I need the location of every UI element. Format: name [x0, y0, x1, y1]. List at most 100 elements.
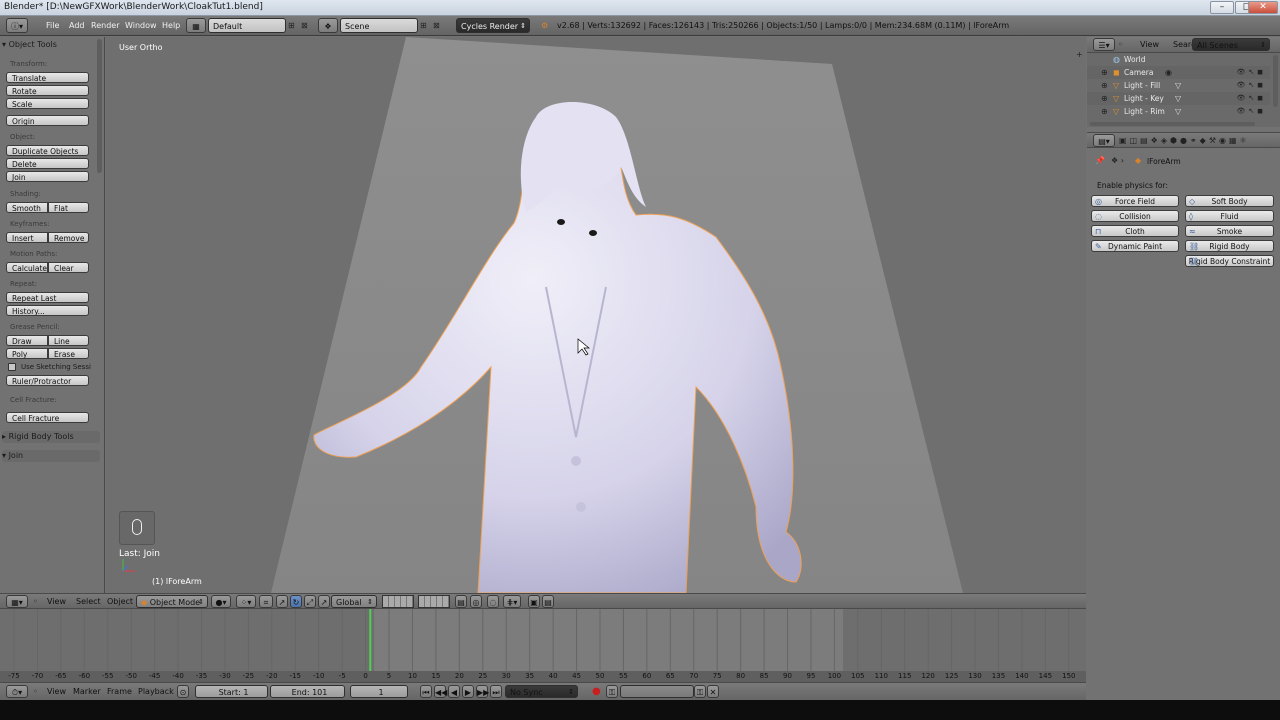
- dynamic-paint-button[interactable]: ✎ Dynamic Paint: [1091, 240, 1179, 252]
- menu-add[interactable]: Add: [69, 18, 85, 33]
- preview-range-icon[interactable]: ⊙: [177, 685, 189, 698]
- sync-mode-dropdown[interactable]: No Sync ⇕: [505, 685, 578, 698]
- manipulator-toggle-icon[interactable]: ⌗: [259, 595, 273, 608]
- repeat-last-button[interactable]: Repeat Last: [6, 292, 89, 303]
- editor-type-info-icon[interactable]: ⓘ▾: [6, 18, 28, 33]
- screen-layout-field[interactable]: Default: [208, 18, 286, 33]
- outliner-row-light-rim[interactable]: ⊕ ▽ Light - Rim ▽ 👁↖◼: [1087, 105, 1270, 118]
- end-frame-field[interactable]: End: 101: [270, 685, 345, 698]
- outliner-filter-dropdown[interactable]: All Scenes ⇕: [1192, 38, 1270, 51]
- scene-selector-icon[interactable]: ❖: [318, 18, 338, 33]
- start-frame-field[interactable]: Start: 1: [195, 685, 268, 698]
- translate-button[interactable]: Translate: [6, 72, 89, 83]
- scale-manipulator-icon[interactable]: ⤢: [304, 595, 316, 608]
- record-icon[interactable]: ●: [592, 685, 601, 698]
- menu-select[interactable]: Select: [76, 595, 101, 608]
- jump-start-icon[interactable]: ⏮: [420, 685, 432, 698]
- render-opengl-icon[interactable]: ▣: [528, 595, 540, 608]
- remove-keyframe-button[interactable]: Remove: [48, 232, 89, 243]
- flat-button[interactable]: Flat: [48, 202, 89, 213]
- line-button[interactable]: Line: [48, 335, 89, 346]
- scale-button[interactable]: Scale: [6, 98, 89, 109]
- visibility-icons[interactable]: 👁↖◼: [1236, 66, 1266, 79]
- use-sketching-checkbox[interactable]: [8, 363, 16, 371]
- outliner-hscrollbar[interactable]: [1090, 122, 1255, 126]
- menu-frame[interactable]: Frame: [107, 685, 132, 698]
- panel-join[interactable]: ▾ Join: [2, 450, 100, 462]
- delete-keyframe-icon[interactable]: ✕: [707, 685, 719, 698]
- history-button[interactable]: History...: [6, 305, 89, 316]
- layers-lock-icon[interactable]: ▤: [455, 595, 467, 608]
- keying-set-icon[interactable]: ⚿: [606, 685, 618, 698]
- calculate-button[interactable]: Calculate: [6, 262, 48, 273]
- scale-tool-icon[interactable]: ↗: [318, 595, 330, 608]
- play-icon[interactable]: ▶: [462, 685, 474, 698]
- transform-orientation-dropdown[interactable]: Global ⇕: [331, 595, 377, 608]
- timeline-ruler[interactable]: -75 -70 -65 -60 -55 -50 -45 -40 -35 -30 -25 -20 -15-…: [0, 671, 1086, 682]
- smooth-button[interactable]: Smooth: [6, 202, 48, 213]
- layer-buttons-2[interactable]: [418, 595, 450, 608]
- join-button[interactable]: Join: [6, 171, 89, 182]
- draw-button[interactable]: Draw: [6, 335, 48, 346]
- proportional-edit-icon[interactable]: ◎: [470, 595, 482, 608]
- remove-scene-icon[interactable]: ⊠: [433, 18, 440, 33]
- outliner-row-camera[interactable]: ⊕ ◼ Camera ◉ 👁↖◼: [1087, 66, 1270, 79]
- cloth-button[interactable]: ⊓ Cloth: [1091, 225, 1179, 237]
- smoke-button[interactable]: ≈ Smoke: [1185, 225, 1274, 237]
- proportional-falloff-icon[interactable]: ◌: [487, 595, 499, 608]
- render-animation-icon[interactable]: ▤: [542, 595, 554, 608]
- rigid-body-constraint-button[interactable]: ⛓ Rigid Body Constraint: [1185, 255, 1274, 267]
- layer-buttons-1[interactable]: [382, 595, 414, 608]
- jump-keyframe-forward-icon[interactable]: ▶▶: [476, 685, 489, 698]
- menu-object[interactable]: Object: [107, 595, 133, 608]
- menu-marker[interactable]: Marker: [73, 685, 101, 698]
- soft-body-button[interactable]: ◇ Soft Body: [1185, 195, 1274, 207]
- pin-icon[interactable]: 📌: [1095, 156, 1105, 165]
- remove-layout-icon[interactable]: ⊠: [301, 18, 308, 33]
- menu-help[interactable]: Help: [162, 18, 180, 33]
- menu-view[interactable]: View: [47, 685, 66, 698]
- menu-view[interactable]: View: [47, 595, 66, 608]
- expand-icon[interactable]: ⊕: [1101, 92, 1108, 105]
- visibility-icons[interactable]: 👁↖◼: [1236, 92, 1266, 105]
- editor-type-3d-icon[interactable]: ▦▾: [6, 595, 28, 608]
- close-button[interactable]: ✕: [1248, 1, 1278, 14]
- last-operator-label[interactable]: Last: Join: [119, 549, 160, 559]
- ruler-protractor-button[interactable]: Ruler/Protractor: [6, 375, 89, 386]
- minimize-button[interactable]: –: [1210, 1, 1234, 14]
- keying-set-field[interactable]: [620, 685, 694, 698]
- cell-fracture-button[interactable]: Cell Fracture: [6, 412, 89, 423]
- visibility-icons[interactable]: 👁↖◼: [1236, 79, 1266, 92]
- outliner-scrollbar[interactable]: [1273, 55, 1278, 107]
- poly-button[interactable]: Poly: [6, 348, 48, 359]
- snap-icon[interactable]: ⋕▾: [503, 595, 521, 608]
- editor-type-timeline-icon[interactable]: ⏱▾: [6, 685, 28, 698]
- pivot-point-icon[interactable]: ⁘▾: [236, 595, 256, 608]
- menu-file[interactable]: File: [46, 18, 59, 33]
- menu-window[interactable]: Window: [125, 18, 157, 33]
- rotate-manipulator-icon[interactable]: ↻: [290, 595, 302, 608]
- screen-layout-icon[interactable]: ▦: [186, 18, 206, 33]
- origin-button[interactable]: Origin: [6, 115, 89, 126]
- insert-keyframe-icon[interactable]: ⚿: [694, 685, 706, 698]
- panel-rigid-body-tools[interactable]: ▸ Rigid Body Tools: [2, 431, 100, 443]
- viewport-shading-icon[interactable]: ●▾: [211, 595, 231, 608]
- visibility-icons[interactable]: 👁↖◼: [1236, 105, 1266, 118]
- render-engine-dropdown[interactable]: Cycles Render ⇕: [456, 18, 530, 33]
- property-context-tabs[interactable]: ▣◫▤❖◈⬢●⚭◆⚒◉▦⚛: [1119, 134, 1250, 147]
- current-frame-field[interactable]: 1: [350, 685, 408, 698]
- delete-button[interactable]: Delete: [6, 158, 89, 169]
- duplicate-objects-button[interactable]: Duplicate Objects: [6, 145, 89, 156]
- fluid-button[interactable]: ◊ Fluid: [1185, 210, 1274, 222]
- panel-object-tools[interactable]: ▾ Object Tools: [2, 39, 100, 51]
- menu-view[interactable]: View: [1140, 38, 1159, 51]
- outliner[interactable]: ◍ World ⊕ ◼ Camera ◉ 👁↖◼ ⊕ ▽ Light - Fil…: [1087, 53, 1280, 127]
- expand-icon[interactable]: ⊕: [1101, 105, 1108, 118]
- force-field-button[interactable]: ◎ Force Field: [1091, 195, 1179, 207]
- play-reverse-icon[interactable]: ◀: [448, 685, 460, 698]
- jump-end-icon[interactable]: ⏭: [490, 685, 502, 698]
- scene-field[interactable]: Scene: [340, 18, 418, 33]
- erase-button[interactable]: Erase: [48, 348, 89, 359]
- collapse-menu-icon[interactable]: ◦: [33, 685, 38, 698]
- collision-button[interactable]: ◌ Collision: [1091, 210, 1179, 222]
